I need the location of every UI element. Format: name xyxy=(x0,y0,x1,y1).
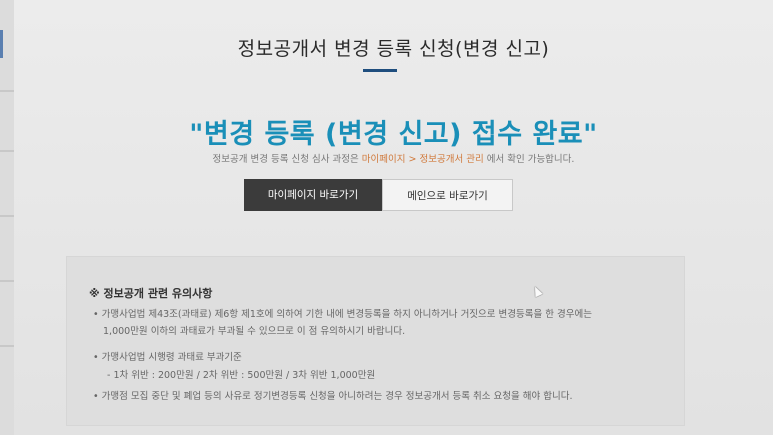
left-edge-divider xyxy=(0,280,14,282)
left-edge-divider xyxy=(0,215,14,217)
left-edge-divider xyxy=(0,150,14,152)
guide-text-before: 정보공개 변경 등록 신청 심사 과정은 xyxy=(212,154,362,165)
guide-text-after: 에서 확인 가능합니다. xyxy=(483,154,575,165)
mypage-path-link[interactable]: 마이페이지 > 정보공개서 관리 xyxy=(362,154,484,165)
notice-item: • 가맹사업법 제43조(과태료) 제6항 제1호에 의하여 기한 내에 변경등… xyxy=(93,309,592,320)
go-to-main-button[interactable]: 메인으로 바로가기 xyxy=(382,179,513,211)
completion-headline: "변경 등록 (변경 신고) 접수 완료" xyxy=(189,119,598,150)
notice-item: • 가맹사업법 시행령 과태료 부과기준 xyxy=(93,352,242,363)
left-edge-divider xyxy=(0,90,14,92)
page-title: 정보공개서 변경 등록 신청(변경 신고) xyxy=(237,38,550,60)
left-edge-divider xyxy=(0,345,14,347)
notice-item: • 가맹점 모집 중단 및 폐업 등의 사유로 정기변경등록 신청을 아니하려는… xyxy=(93,391,573,402)
page-content: 정보공개서 변경 등록 신청(변경 신고) "변경 등록 (변경 신고) 접수 … xyxy=(14,0,773,435)
notice-title: ※ 정보공개 관련 유의사항 xyxy=(89,287,213,300)
notice-subitem: - 1차 위반 : 200만원 / 2차 위반 : 500만원 / 3차 위반 … xyxy=(107,370,376,381)
status-guide-text: 정보공개 변경 등록 신청 심사 과정은 마이페이지 > 정보공개서 관리 에서… xyxy=(14,151,773,165)
notice-item-continued: 1,000만원 이하의 과태료가 부과될 수 있으므로 이 점 유의하시기 바랍… xyxy=(103,326,406,337)
notice-box: ※ 정보공개 관련 유의사항 • 가맹사업법 제43조(과태료) 제6항 제1호… xyxy=(66,256,685,426)
left-edge-accent xyxy=(0,30,3,58)
title-underline xyxy=(363,69,397,72)
left-window-edge xyxy=(0,0,15,435)
go-to-mypage-button[interactable]: 마이페이지 바로가기 xyxy=(244,179,382,211)
